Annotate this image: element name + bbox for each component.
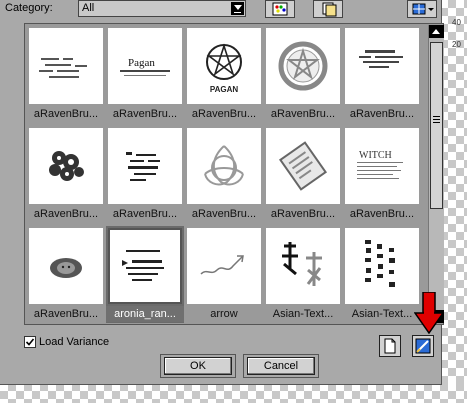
pentacle-brush-icon: PAGAN: [187, 28, 261, 104]
thumbnail-item[interactable]: arrow: [185, 226, 263, 323]
triquetra-brush-icon: [187, 128, 261, 204]
scroll-brush-icon: [266, 128, 340, 204]
palette-icon: [272, 2, 288, 16]
category-value: All: [82, 2, 95, 14]
thumbnail-item[interactable]: aRavenBru...: [27, 26, 105, 126]
thumbnail-item[interactable]: Pagan aRavenBru...: [106, 26, 184, 126]
brush-settings-button[interactable]: [412, 335, 434, 357]
brush-thumbnail-grid: aRavenBru... Pagan aRavenBru... PAGAN aR…: [24, 23, 444, 325]
thumbnail-label: aRavenBru...: [349, 208, 415, 220]
scroll-up-arrow-icon[interactable]: [429, 25, 444, 38]
witch-text-brush-icon: WITCH: [345, 128, 419, 204]
new-document-icon: [384, 338, 396, 354]
thumbnail-item[interactable]: aRavenBru...: [264, 26, 342, 126]
category-label: Category:: [5, 2, 53, 14]
red-pointer-arrow-icon: [414, 292, 444, 334]
thumbnail-item[interactable]: PAGAN aRavenBru...: [185, 26, 263, 126]
thumbnail-label: aRavenBru...: [33, 308, 99, 320]
thumbnail-label: aRavenBru...: [33, 108, 99, 120]
canvas-backdrop: [440, 0, 467, 403]
scattered-text-brush-icon: [29, 28, 103, 104]
thumbnail-item[interactable]: Asian-Text...: [343, 226, 421, 323]
brush-settings-icon: [415, 338, 431, 354]
thumbnail-label: aRavenBru...: [270, 108, 336, 120]
thumbnail-label: aRavenBru...: [349, 108, 415, 120]
folder-copy-icon: [322, 2, 337, 17]
thumbnail-list: aRavenBru... Pagan aRavenBru... PAGAN aR…: [26, 25, 423, 323]
poem-text-brush-icon: [108, 128, 182, 204]
checkmark-icon: [25, 338, 35, 346]
load-variance-label: Load Variance: [39, 336, 110, 348]
category-dropdown[interactable]: All: [78, 0, 246, 17]
brush-picker-dialog: Category: All aRavenBru... Pagan aRavenB…: [0, 0, 444, 385]
palette-button[interactable]: [265, 0, 295, 18]
canvas-backdrop-bottom: [0, 383, 467, 403]
thumbnail-label: Asian-Text...: [351, 308, 413, 320]
view-options-button[interactable]: [407, 0, 437, 18]
chevron-down-icon[interactable]: [231, 2, 244, 15]
thumbnail-label: Asian-Text...: [272, 308, 334, 320]
thumbnail-label: aRavenBru...: [191, 108, 257, 120]
brush-preview-text: Pagan: [128, 57, 155, 69]
brush-preview-text: WITCH: [359, 150, 392, 161]
asian-calligraphy-brush-icon: [266, 228, 340, 304]
thumbnail-item[interactable]: aRavenBru...: [185, 126, 263, 226]
thumbnail-item[interactable]: aRavenBru...: [27, 126, 105, 226]
thumbnail-item-selected[interactable]: aronia_ran...: [106, 226, 184, 323]
thumbnail-item[interactable]: aRavenBru...: [27, 226, 105, 323]
brush-preview-text: PAGAN: [210, 85, 239, 94]
thumbnail-label: aRavenBru...: [191, 208, 257, 220]
thumbnail-item[interactable]: WITCH aRavenBru...: [343, 126, 421, 226]
ruler-mark: 40: [452, 18, 461, 27]
script-text-brush-icon: [345, 28, 419, 104]
poets-text-brush-icon: [108, 228, 182, 304]
thumbnail-item[interactable]: Asian-Text...: [264, 226, 342, 323]
arrow-brush-icon: [187, 228, 261, 304]
face-brush-icon: [29, 228, 103, 304]
thumbnail-label: aronia_ran...: [106, 306, 184, 322]
load-variance-checkbox[interactable]: [24, 336, 36, 348]
thumbnail-label: aRavenBru...: [33, 208, 99, 220]
cancel-button[interactable]: Cancel: [247, 357, 315, 375]
view-options-icon: [412, 3, 434, 15]
thumbnail-label: aRavenBru...: [112, 108, 178, 120]
thumbnail-item[interactable]: aRavenBru...: [264, 126, 342, 226]
ruler-mark: 20: [452, 40, 461, 49]
asian-vertical-text-brush-icon: [345, 228, 419, 304]
thumbnail-label: aRavenBru...: [270, 208, 336, 220]
ornate-pentacle-brush-icon: [266, 28, 340, 104]
thumbnail-item[interactable]: aRavenBru...: [343, 26, 421, 126]
thumbnail-scrollbar[interactable]: [428, 25, 444, 323]
pagan-wordmark-brush-icon: Pagan: [108, 28, 182, 104]
new-document-button[interactable]: [379, 335, 401, 357]
thumbnail-label: arrow: [210, 308, 238, 320]
scrollbar-thumb[interactable]: [430, 42, 443, 209]
ok-button[interactable]: OK: [164, 357, 232, 375]
thumbnail-label: aRavenBru...: [112, 208, 178, 220]
folder-copy-button[interactable]: [313, 0, 343, 18]
thumbnail-item[interactable]: aRavenBru...: [106, 126, 184, 226]
floral-cluster-brush-icon: [29, 128, 103, 204]
